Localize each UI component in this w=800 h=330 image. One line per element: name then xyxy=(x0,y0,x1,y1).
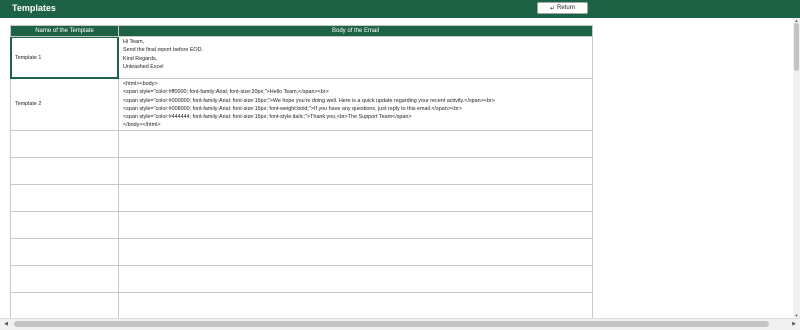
empty-cell[interactable] xyxy=(10,264,119,293)
column-header-body: Body of the Email xyxy=(118,25,593,37)
empty-cell[interactable] xyxy=(10,129,119,158)
template-name-cell[interactable]: Template 1 xyxy=(10,36,119,79)
body-line: Send the final report before EOD. xyxy=(123,47,204,54)
empty-cell[interactable] xyxy=(118,264,593,293)
scroll-right-icon[interactable]: ▶ xyxy=(790,320,798,328)
column-header-name: Name of the Template xyxy=(10,25,119,37)
horizontal-scrollbar[interactable]: ◀ ▶ xyxy=(0,318,800,330)
empty-cell[interactable] xyxy=(10,291,119,318)
empty-cell[interactable] xyxy=(10,237,119,266)
template-name-cell[interactable]: Template 2 xyxy=(10,78,119,131)
title-bar: Templates ↵ Return xyxy=(0,0,800,18)
body-line: Hi Team, xyxy=(123,39,145,45)
return-button[interactable]: ↵ Return xyxy=(537,2,588,14)
empty-cell[interactable] xyxy=(118,237,593,266)
return-button-label: Return xyxy=(557,5,576,11)
scroll-left-icon[interactable]: ◀ xyxy=(2,320,10,328)
body-line: <html><body> xyxy=(123,81,158,87)
empty-cell[interactable] xyxy=(118,156,593,185)
body-line: </body></html> xyxy=(123,122,161,129)
empty-row xyxy=(10,210,593,239)
empty-cell[interactable] xyxy=(118,210,593,239)
body-line: <span style="color:#000000; font-family:… xyxy=(123,97,495,104)
page-title: Templates xyxy=(12,3,56,13)
empty-cell[interactable] xyxy=(118,291,593,318)
empty-cell[interactable] xyxy=(10,210,119,239)
body-line: <span style="color:#444444; font-family:… xyxy=(123,114,412,121)
header-row: Name of the Template Body of the Email xyxy=(10,25,593,37)
empty-row xyxy=(10,129,593,158)
return-arrow-icon: ↵ xyxy=(549,5,555,12)
empty-cell[interactable] xyxy=(10,156,119,185)
empty-row xyxy=(10,237,593,266)
table-row: Template 2 <html><body> <span style="col… xyxy=(10,78,593,131)
empty-row xyxy=(10,183,593,212)
sheet-grid: Name of the Template Body of the Email T… xyxy=(0,18,793,318)
empty-row xyxy=(10,291,593,318)
body-line: <span style="color:#ff0000; font-family:… xyxy=(123,89,329,96)
body-line: Kind Regards, xyxy=(123,55,158,62)
horizontal-scroll-thumb[interactable] xyxy=(14,321,769,327)
empty-cell[interactable] xyxy=(118,183,593,212)
templates-table: Name of the Template Body of the Email T… xyxy=(10,25,593,318)
empty-cell[interactable] xyxy=(118,129,593,158)
body-line: <span style="color:#008000; font-family:… xyxy=(123,105,462,112)
body-line: Unleashed Excel xyxy=(123,63,164,70)
vertical-scrollbar[interactable]: ▲ ▼ xyxy=(793,18,800,318)
template-body-cell[interactable]: Hi Team, Send the final report before EO… xyxy=(118,36,593,79)
empty-cell[interactable] xyxy=(10,183,119,212)
template-body-cell[interactable]: <html><body> <span style="color:#ff0000;… xyxy=(118,78,593,131)
table-row: Template 1 Hi Team, Send the final repor… xyxy=(10,36,593,79)
empty-row xyxy=(10,156,593,185)
vertical-scroll-thumb[interactable] xyxy=(794,23,799,71)
empty-row xyxy=(10,264,593,293)
